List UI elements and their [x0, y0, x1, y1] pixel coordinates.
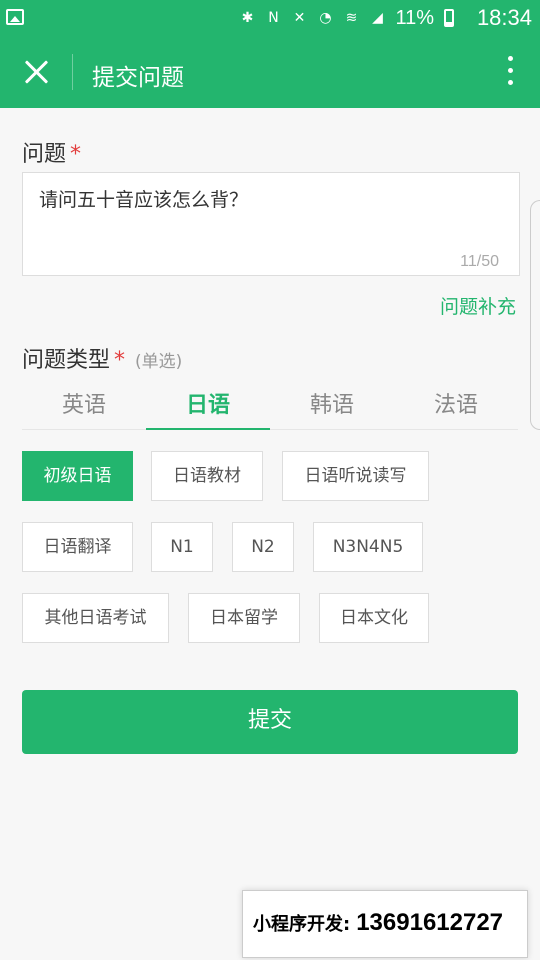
contact-watermark: 小程序开发: 13691612727	[242, 890, 528, 958]
status-icons: ✱ N ✕ ◔ ≋ ◢ 11%	[239, 6, 454, 30]
option-chip[interactable]: 日本留学	[188, 593, 300, 643]
option-chip[interactable]: 日语翻译	[22, 522, 133, 572]
option-chip[interactable]: 其他日语考试	[22, 593, 169, 643]
mute-icon: ✕	[293, 10, 306, 26]
4g-signal-icon: ◢	[372, 10, 383, 26]
option-chip[interactable]: 初级日语	[22, 451, 133, 501]
tab-japanese[interactable]: 日语	[146, 386, 270, 430]
image-icon	[6, 9, 24, 25]
option-chip[interactable]: 日本文化	[319, 593, 429, 643]
option-chip[interactable]: N3N4N5	[313, 522, 423, 572]
edge-panel-handle[interactable]	[530, 200, 540, 430]
question-label: 问题	[22, 142, 67, 167]
battery-percent: 11%	[395, 7, 434, 29]
nav-bar: 提交问题	[0, 36, 540, 108]
question-type-label-row: 问题类型 * (单选)	[22, 342, 182, 374]
bluetooth-icon: ✱	[241, 10, 254, 26]
question-supplement-link[interactable]: 问题补充	[440, 292, 516, 319]
tab-english[interactable]: 英语	[22, 386, 146, 430]
status-time: 18:34	[476, 5, 532, 30]
char-count: 11/50	[460, 253, 499, 270]
question-type-label: 问题类型	[22, 348, 111, 373]
option-chip[interactable]: 日语听说读写	[282, 451, 429, 501]
required-mark: *	[70, 142, 82, 167]
language-tabs: 英语 日语 韩语 法语	[22, 386, 518, 430]
page-title: 提交问题	[92, 65, 184, 91]
watermark-text: 小程序开发: 13691612727	[253, 909, 503, 937]
single-choice-hint: (单选)	[135, 352, 183, 372]
nfc-icon: N	[268, 10, 279, 26]
status-bar: ✱ N ✕ ◔ ≋ ◢ 11% 18:34	[0, 0, 540, 36]
question-textarea[interactable]: 请问五十音应该怎么背？ 11/50	[22, 172, 520, 276]
question-text: 请问五十音应该怎么背？	[39, 189, 249, 211]
required-mark: *	[114, 348, 126, 373]
tab-korean[interactable]: 韩语	[270, 386, 394, 430]
option-chip[interactable]: N1	[151, 522, 213, 572]
submit-button[interactable]: 提交	[22, 690, 518, 754]
close-icon[interactable]	[20, 56, 52, 88]
more-options-icon[interactable]	[506, 56, 514, 88]
tab-french[interactable]: 法语	[394, 386, 518, 430]
battery-icon	[444, 9, 454, 27]
watermark-label: 小程序开发:	[253, 914, 351, 935]
option-chip[interactable]: N2	[232, 522, 294, 572]
nav-divider	[72, 54, 73, 90]
alarm-icon: ◔	[319, 10, 332, 26]
watermark-phone: 13691612727	[356, 909, 504, 936]
question-label-row: 问题 *	[22, 136, 81, 168]
option-chip[interactable]: 日语教材	[151, 451, 263, 501]
wifi-icon: ≋	[345, 10, 358, 26]
